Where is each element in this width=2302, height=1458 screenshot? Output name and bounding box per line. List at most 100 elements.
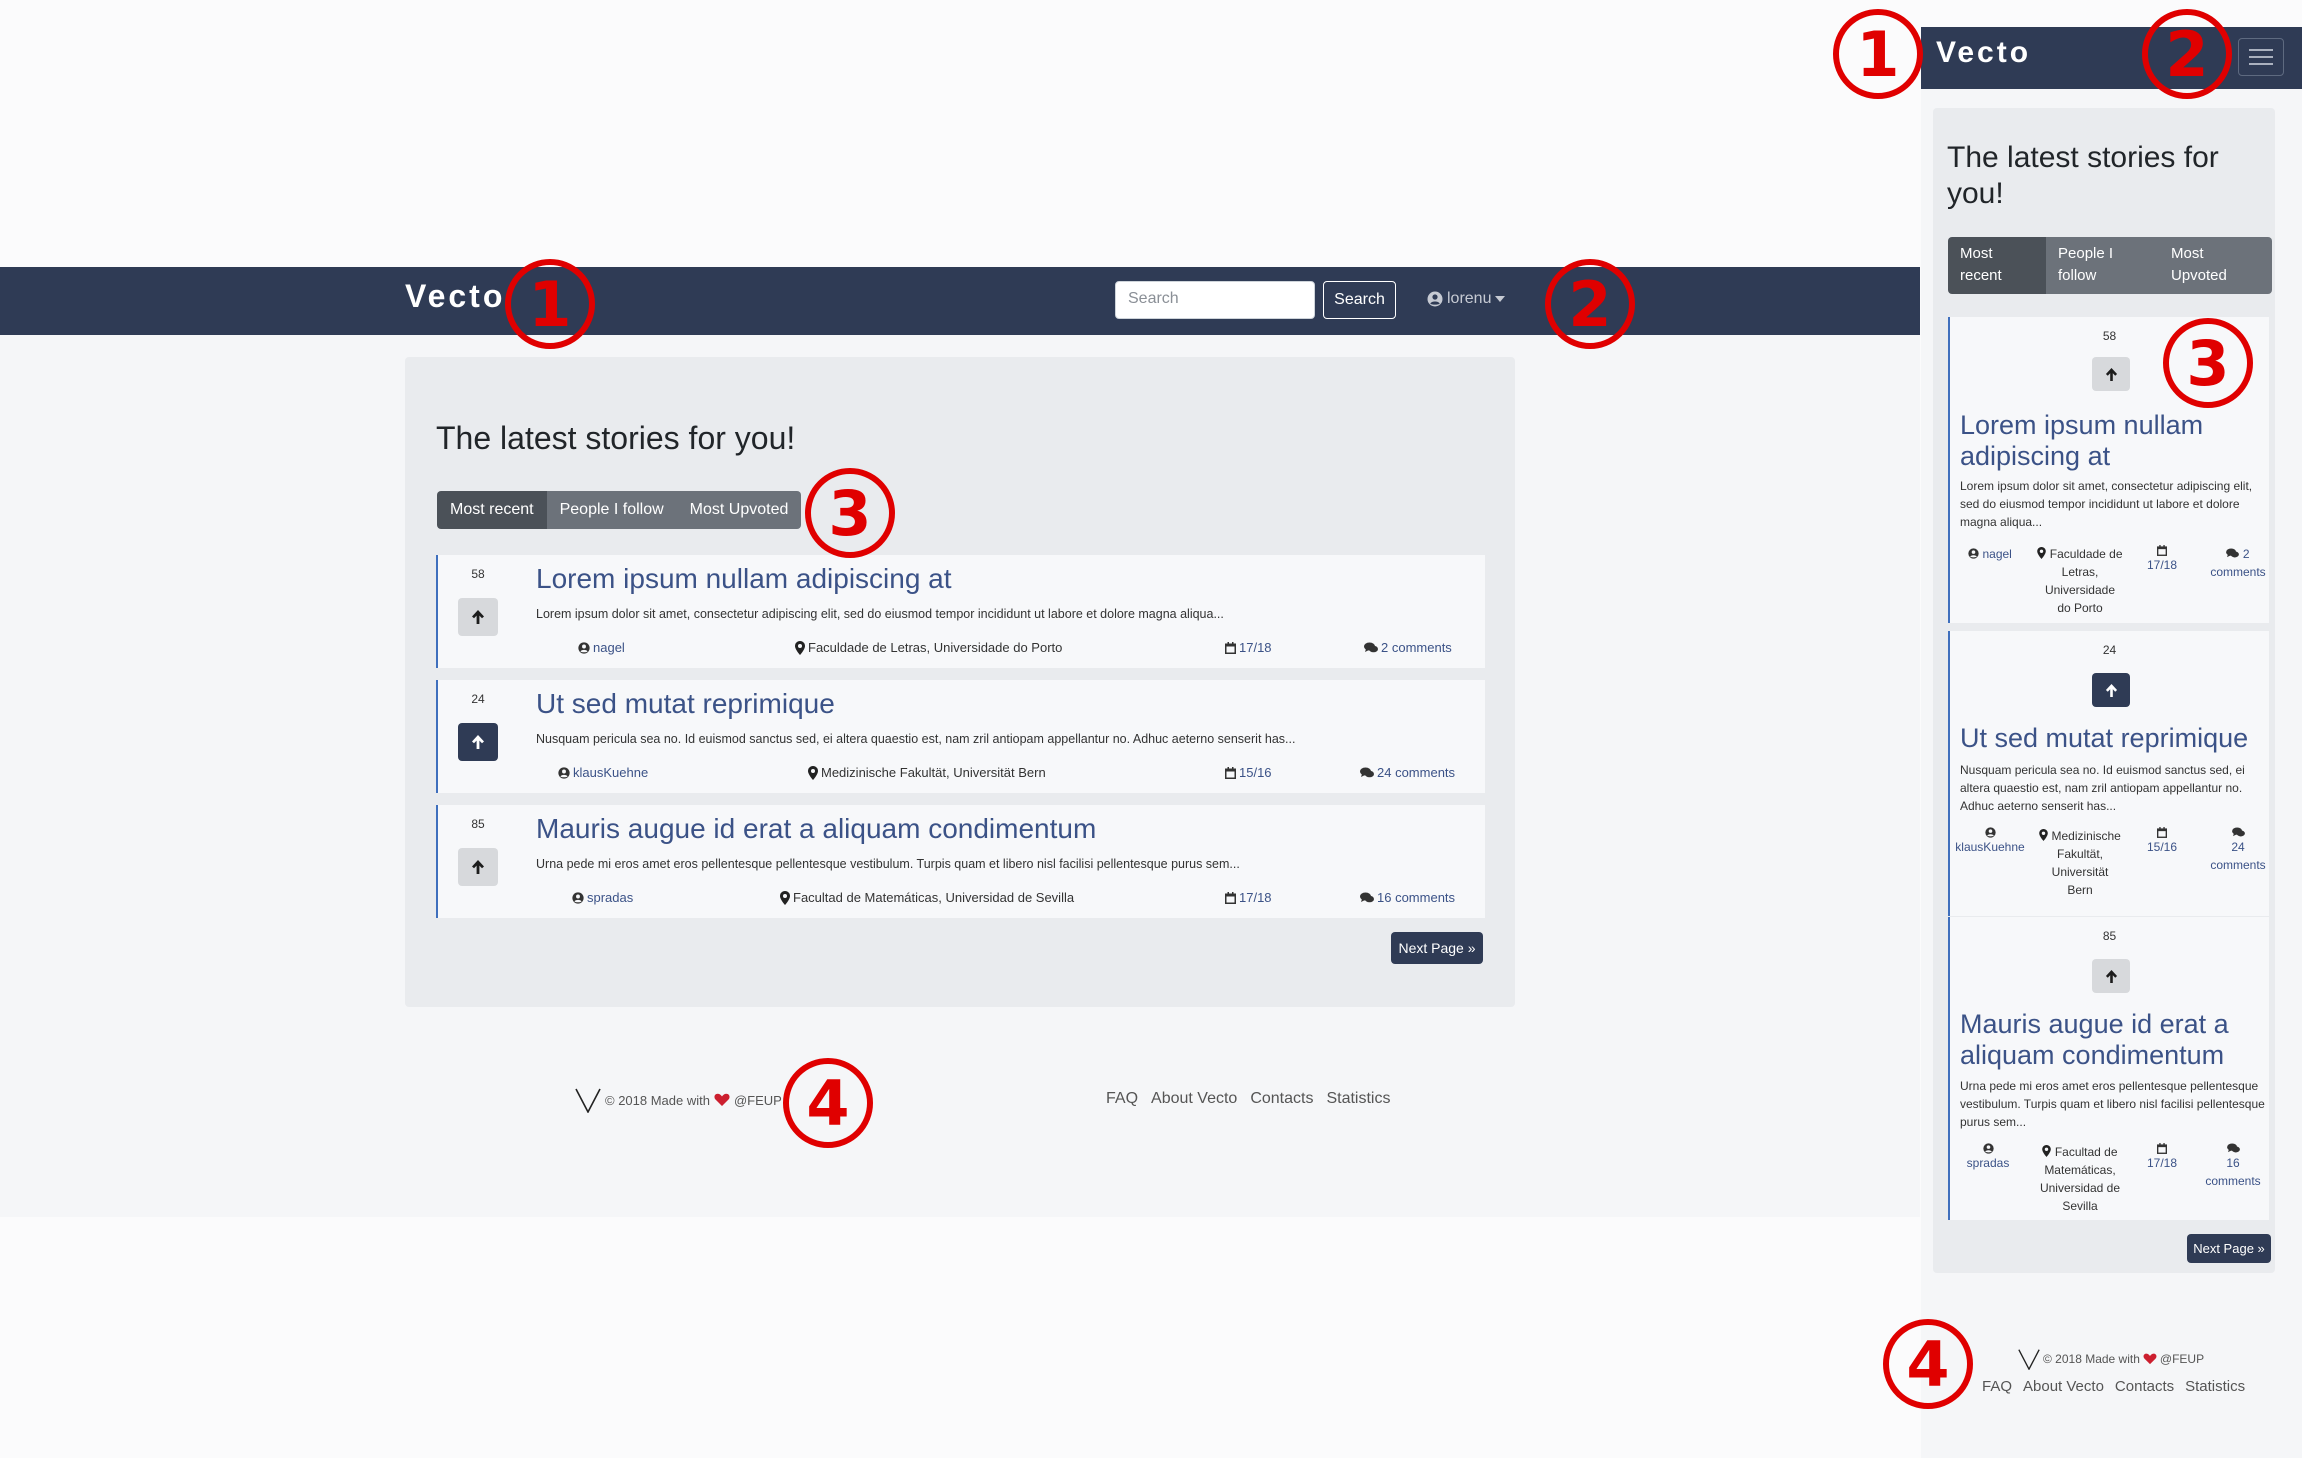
- arrow-up-icon: [2105, 969, 2118, 984]
- vote-count: 85: [471, 817, 485, 831]
- user-icon: [578, 641, 590, 654]
- comments-icon: [1360, 767, 1374, 779]
- tab-most-upvoted[interactable]: Most Upvoted: [676, 491, 802, 529]
- story-date: 17/18: [1225, 890, 1272, 905]
- map-marker-icon: [2042, 1145, 2052, 1157]
- story-author[interactable]: nagel: [578, 640, 625, 655]
- arrow-up-icon: [471, 609, 485, 625]
- story-title[interactable]: Mauris augue id erat a aliquam condiment…: [1960, 1009, 2265, 1071]
- heart-icon: [714, 1093, 730, 1107]
- footer-link-about[interactable]: About Vecto: [2023, 1378, 2104, 1395]
- story-author[interactable]: spradas: [1958, 1143, 2018, 1172]
- footer-link-statistics[interactable]: Statistics: [1326, 1090, 1390, 1108]
- story-comments[interactable]: 2 comments: [1364, 640, 1452, 655]
- map-marker-icon: [2039, 829, 2048, 841]
- upvote-button[interactable]: [2092, 673, 2130, 707]
- comments-icon: [1360, 892, 1374, 904]
- story-comments[interactable]: 24 comments: [1360, 765, 1455, 780]
- footer-link-faq[interactable]: FAQ: [1982, 1378, 2012, 1395]
- desktop-filter-tabs: Most recent People I follow Most Upvoted: [437, 491, 802, 529]
- footer-link-contacts[interactable]: Contacts: [2115, 1378, 2174, 1395]
- story-title[interactable]: Lorem ipsum nullam adipiscing at: [1960, 410, 2265, 472]
- story-card: 85 Mauris augue id erat a aliquam condim…: [1948, 917, 2269, 1220]
- annotation-marker-2: 2: [2142, 9, 2232, 99]
- mobile-next-page-button[interactable]: Next Page »: [2187, 1234, 2271, 1263]
- calendar-icon: [1225, 766, 1236, 779]
- calendar-icon: [2137, 1143, 2187, 1154]
- story-comments[interactable]: 24 comments: [2207, 827, 2269, 874]
- calendar-icon: [2137, 827, 2187, 838]
- story-title[interactable]: Ut sed mutat reprimique: [1960, 723, 2265, 754]
- mobile-brand-logo[interactable]: Vecto: [1936, 36, 2031, 70]
- story-comments[interactable]: 16 comments: [1360, 890, 1455, 905]
- tab-most-recent[interactable]: Most recent: [1948, 237, 2046, 294]
- desktop-next-page-button[interactable]: Next Page »: [1391, 932, 1483, 964]
- tab-people-i-follow[interactable]: People I follow: [2046, 237, 2159, 294]
- story-author[interactable]: spradas: [572, 890, 633, 905]
- footer-made-with: © 2018 Made with: [605, 1092, 710, 1108]
- vote-count: 24: [2102, 643, 2117, 657]
- vote-count: 58: [471, 567, 485, 581]
- footer-feup: @FEUP: [733, 1092, 782, 1108]
- annotation-marker-4: 4: [783, 1058, 873, 1148]
- tab-most-recent[interactable]: Most recent: [437, 491, 547, 529]
- footer-link-faq[interactable]: FAQ: [1106, 1090, 1138, 1108]
- footer-link-about[interactable]: About Vecto: [1151, 1090, 1237, 1108]
- user-icon: [572, 891, 584, 904]
- story-location: Faculdade de Letras, Universidade do Por…: [2030, 545, 2130, 617]
- footer-link-contacts[interactable]: Contacts: [1250, 1090, 1313, 1108]
- upvote-button[interactable]: [2092, 959, 2130, 993]
- upvote-button[interactable]: [458, 848, 498, 886]
- desktop-user-menu[interactable]: lorenu: [1427, 290, 1506, 308]
- story-author[interactable]: klausKuehne: [1954, 827, 2026, 856]
- mobile-footer-links: FAQ About Vecto Contacts Statistics: [1982, 1378, 2245, 1395]
- story-card: 58 Lorem ipsum nullam adipiscing at Lore…: [436, 555, 1485, 668]
- map-marker-icon: [2037, 547, 2047, 559]
- upvote-button[interactable]: [458, 723, 498, 761]
- desktop-brand-logo[interactable]: Vecto: [405, 278, 505, 315]
- desktop-search-input[interactable]: Search: [1115, 281, 1315, 319]
- story-excerpt: Lorem ipsum dolor sit amet, consectetur …: [1960, 479, 2253, 529]
- footer-link-statistics[interactable]: Statistics: [2185, 1378, 2245, 1395]
- desktop-footer-credit: © 2018 Made with @FEUP: [575, 1087, 782, 1113]
- mobile-menu-toggle-button[interactable]: [2238, 38, 2284, 76]
- user-icon: [1958, 1143, 2018, 1154]
- footer-made-with: © 2018 Made with: [2043, 1352, 2140, 1366]
- user-icon: [558, 766, 570, 779]
- story-author[interactable]: nagel: [1960, 545, 2020, 563]
- tab-people-i-follow[interactable]: People I follow: [546, 491, 677, 529]
- caret-down-icon: [1495, 296, 1506, 302]
- desktop-footer-links: FAQ About Vecto Contacts Statistics: [1106, 1090, 1390, 1108]
- annotation-marker-4: 4: [1883, 1319, 1973, 1409]
- story-date: 17/18: [2137, 1143, 2187, 1172]
- story-title[interactable]: Mauris augue id erat a aliquam condiment…: [536, 813, 1096, 845]
- mobile-footer-credit: © 2018 Made with @FEUP: [2018, 1348, 2204, 1370]
- mobile-filter-tabs: Most recent People I follow Most Upvoted: [1948, 237, 2272, 294]
- annotation-marker-1: 1: [1833, 9, 1923, 99]
- comments-icon: [2200, 1143, 2266, 1154]
- desktop-search-button[interactable]: Search: [1323, 281, 1396, 319]
- story-card: 24 Ut sed mutat reprimique Nusquam peric…: [1948, 631, 2269, 916]
- arrow-up-icon: [471, 859, 485, 875]
- story-location: Medizinische Fakultät, Universität Bern: [808, 765, 1046, 780]
- story-card: 24 Ut sed mutat reprimique Nusquam peric…: [436, 680, 1485, 793]
- mobile-page-title: The latest stories for you!: [1947, 141, 2219, 210]
- story-title[interactable]: Lorem ipsum nullam adipiscing at: [536, 563, 952, 595]
- annotation-marker-3: 3: [2163, 318, 2253, 408]
- story-comments[interactable]: 16 comments: [2200, 1143, 2266, 1190]
- story-author[interactable]: klausKuehne: [558, 765, 648, 780]
- story-comments[interactable]: 2 comments: [2207, 545, 2269, 581]
- tab-most-upvoted[interactable]: Most Upvoted: [2159, 237, 2272, 294]
- story-date: 15/16: [2137, 827, 2187, 856]
- comments-icon: [1364, 642, 1378, 654]
- story-title[interactable]: Ut sed mutat reprimique: [536, 688, 835, 720]
- story-location: Faculdade de Letras, Universidade do Por…: [795, 640, 1062, 655]
- upvote-button[interactable]: [458, 598, 498, 636]
- story-excerpt: Urna pede mi eros amet eros pellentesque…: [536, 857, 1240, 871]
- annotation-marker-1: 1: [505, 259, 595, 349]
- upvote-button[interactable]: [2092, 357, 2130, 391]
- story-excerpt: Nusquam pericula sea no. Id euismod sanc…: [536, 732, 1296, 746]
- story-date: 17/18: [1225, 640, 1272, 655]
- comments-icon: [2226, 548, 2240, 559]
- story-card: 85 Mauris augue id erat a aliquam condim…: [436, 805, 1485, 918]
